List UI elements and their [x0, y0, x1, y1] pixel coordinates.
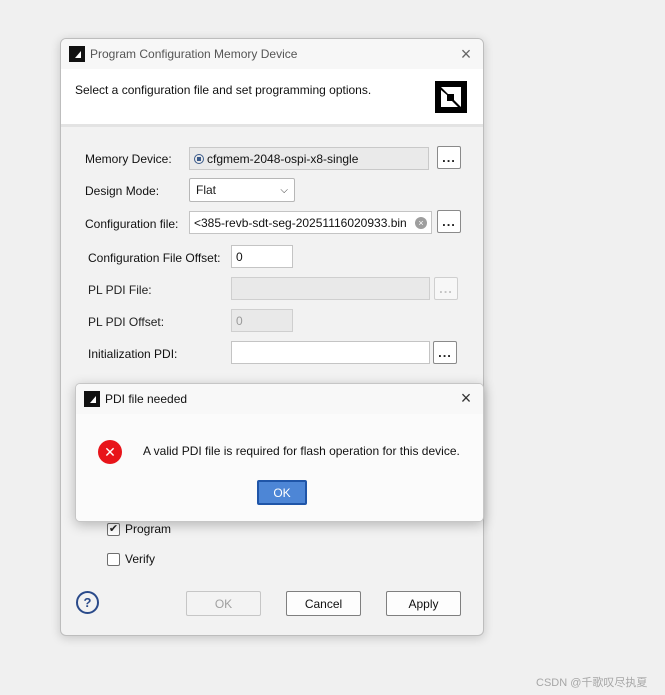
message-ok-button[interactable]: OK	[257, 480, 307, 505]
verify-checkbox[interactable]	[107, 552, 120, 566]
clear-icon[interactable]: ×	[415, 217, 427, 229]
dialog-title: Program Configuration Memory Device	[90, 47, 298, 61]
instruction-text: Select a configuration file and set prog…	[75, 83, 372, 97]
pl-pdi-offset-input: 0	[231, 309, 293, 332]
verify-label: Verify	[125, 552, 156, 566]
configuration-file-input[interactable]: <385-revb-sdt-seg-20251116020933.bin ×	[189, 211, 432, 234]
design-mode-label: Design Mode:	[85, 184, 160, 198]
pl-pdi-offset-label: PL PDI Offset:	[88, 315, 165, 329]
help-button[interactable]: ?	[76, 591, 99, 614]
watermark: CSDN @千歌叹尽执夏	[536, 677, 648, 689]
program-checkbox[interactable]: ✔	[107, 522, 120, 536]
program-label: Program	[125, 522, 172, 536]
instruction-banner: Select a configuration file and set prog…	[61, 69, 483, 127]
memory-device-label: Memory Device:	[85, 152, 172, 166]
design-mode-select[interactable]: Flat ⌵	[189, 178, 295, 202]
initialization-pdi-browse-button[interactable]: ...	[433, 341, 457, 364]
memory-device-browse-button[interactable]: ...	[437, 146, 461, 169]
pdi-needed-dialog: PDI file needed × ✕ A valid PDI file is …	[75, 383, 484, 522]
initialization-pdi-input[interactable]	[231, 341, 430, 364]
memory-chip-icon	[194, 153, 204, 164]
memory-device-field: cfgmem-2048-ospi-x8-single	[189, 147, 429, 170]
configuration-file-value: <385-revb-sdt-seg-20251116020933.bin	[194, 215, 407, 230]
message-title: PDI file needed	[105, 392, 188, 406]
configuration-file-offset-label: Configuration File Offset:	[88, 251, 221, 265]
message-body: ✕ A valid PDI file is required for flash…	[76, 414, 483, 521]
configuration-file-browse-button[interactable]: ...	[437, 210, 461, 233]
error-icon: ✕	[98, 440, 122, 464]
pl-pdi-file-label: PL PDI File:	[88, 283, 152, 297]
close-icon[interactable]: ×	[457, 45, 475, 63]
ok-button: OK	[186, 591, 261, 616]
apply-button[interactable]: Apply	[386, 591, 461, 616]
verify-checkbox-row[interactable]: Verify	[107, 552, 155, 566]
initialization-pdi-label: Initialization PDI:	[88, 347, 178, 361]
program-config-memory-dialog: Program Configuration Memory Device × Se…	[60, 38, 484, 636]
memory-device-value: cfgmem-2048-ospi-x8-single	[207, 151, 359, 166]
message-titlebar: PDI file needed ×	[76, 384, 483, 414]
chevron-down-icon: ⌵	[280, 184, 288, 196]
cancel-button[interactable]: Cancel	[286, 591, 361, 616]
configuration-file-offset-input[interactable]: 0	[231, 245, 293, 268]
configuration-file-label: Configuration file:	[85, 217, 179, 231]
pl-pdi-file-browse-button: ...	[434, 277, 458, 300]
design-mode-value: Flat	[196, 183, 217, 197]
dialog-titlebar: Program Configuration Memory Device ×	[61, 39, 483, 69]
app-logo-icon	[69, 46, 85, 62]
message-text: A valid PDI file is required for flash o…	[143, 444, 460, 458]
program-checkbox-row[interactable]: ✔ Program	[107, 522, 171, 536]
close-icon[interactable]: ×	[457, 389, 475, 407]
app-logo-icon	[84, 391, 100, 407]
pl-pdi-file-input	[231, 277, 430, 300]
amd-logo-icon	[435, 81, 467, 113]
